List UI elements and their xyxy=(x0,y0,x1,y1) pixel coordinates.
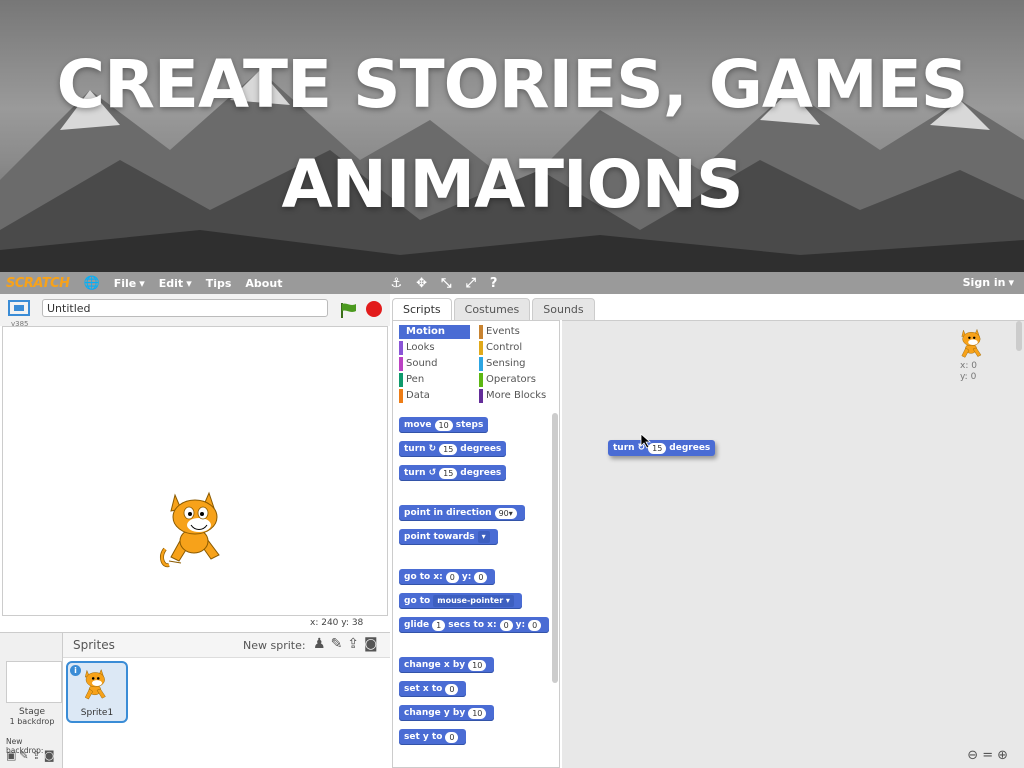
menu-about[interactable]: About xyxy=(245,277,282,290)
green-flag-icon[interactable] xyxy=(340,302,358,318)
zoom-in-icon[interactable]: ⊕ xyxy=(997,748,1012,763)
move-arrows-icon[interactable]: ✥ xyxy=(416,276,427,291)
hero-banner: CREATE STORIES, GAMES ANIMATIONS xyxy=(0,0,1024,272)
zoom-reset-icon[interactable]: = xyxy=(982,748,997,763)
camera-icon[interactable]: ◙ xyxy=(44,749,58,762)
sprites-title: Sprites xyxy=(73,638,115,652)
block-go-to-xy[interactable]: go to x: 0 y: 0 xyxy=(399,569,496,585)
help-icon[interactable]: ? xyxy=(490,276,498,291)
anchor-icon[interactable]: ⚓ xyxy=(390,276,402,291)
scripts-scrollbar[interactable] xyxy=(1016,321,1022,351)
upload-icon[interactable]: ⇪ xyxy=(347,636,364,652)
sign-in-menu[interactable]: Sign in ▾ xyxy=(963,276,1014,289)
category-sound[interactable]: Sound xyxy=(399,357,470,371)
headline-line-2: ANIMATIONS xyxy=(281,146,744,223)
paint-icon[interactable]: ✎ xyxy=(19,749,31,762)
cat-sprite-image[interactable] xyxy=(159,487,239,577)
shrink-icon[interactable]: ⤡ xyxy=(441,276,451,291)
mountain-background-image xyxy=(0,70,1024,272)
menu-edit[interactable]: Edit ▾ xyxy=(159,277,192,290)
grow-icon[interactable]: ⤢ xyxy=(465,276,475,291)
scratch-logo[interactable]: SCRATCH xyxy=(6,276,70,291)
zoom-out-icon[interactable]: ⊖ xyxy=(967,748,982,763)
block-set-y[interactable]: set y to 0 xyxy=(399,729,467,745)
stage-column: Stage 1 backdrop New backdrop: ▣✎⇪◙ xyxy=(0,633,63,768)
scratch-editor: SCRATCH 🌐 File ▾ Edit ▾ Tips About ⚓ ✥ ⤡ ⤢… xyxy=(0,272,1024,768)
block-turn-left[interactable]: turn ↺ 15 degrees xyxy=(399,465,507,481)
image-icon[interactable]: ▣ xyxy=(6,749,19,762)
sprite-tile[interactable]: i Sprite1 xyxy=(66,661,128,723)
rotate-clockwise-icon: ↻ xyxy=(428,444,437,454)
sprite-list: Sprites New sprite: ♟✎⇪◙ i Sprite1 xyxy=(63,633,390,768)
block-turn-right[interactable]: turn ↻ 15 degrees xyxy=(399,441,507,457)
cat-sprite-thumbnail xyxy=(84,668,106,700)
rotate-counterclockwise-icon: ↺ xyxy=(428,468,437,478)
block-point-towards[interactable]: point towards ▾ xyxy=(399,529,498,545)
category-events[interactable]: Events xyxy=(479,325,562,339)
block-move-steps[interactable]: move 10 steps xyxy=(399,417,489,433)
sprite-x: x: 0 xyxy=(960,361,977,371)
palette-scrollbar[interactable] xyxy=(552,413,558,683)
sprite-library-icon[interactable]: ♟ xyxy=(313,636,331,652)
chevron-down-icon: ▾ xyxy=(139,276,145,290)
category-looks[interactable]: Looks xyxy=(399,341,470,355)
zoom-controls: ⊖=⊕ xyxy=(967,748,1012,763)
upload-icon[interactable]: ⇪ xyxy=(32,749,44,762)
new-sprite-label: New sprite: xyxy=(243,639,306,652)
block-go-to[interactable]: go to mouse-pointer ▾ xyxy=(399,593,522,609)
block-set-x[interactable]: set x to 0 xyxy=(399,681,467,697)
sprite-position: x: 0 y: 0 xyxy=(960,361,977,383)
new-backdrop-tools: ▣✎⇪◙ xyxy=(6,749,58,762)
current-sprite-icon xyxy=(961,328,982,358)
category-operators[interactable]: Operators xyxy=(479,373,562,387)
sprite-pane: Stage 1 backdrop New backdrop: ▣✎⇪◙ Spri… xyxy=(0,632,390,768)
sprite-y: y: 0 xyxy=(960,372,977,382)
tab-sounds[interactable]: Sounds xyxy=(532,298,595,320)
category-data[interactable]: Data xyxy=(399,389,470,403)
globe-icon[interactable]: 🌐 xyxy=(84,276,100,291)
scripts-area[interactable]: x: 0 y: 0 turn ↻ 15 degrees ⊖=⊕ xyxy=(562,320,1024,768)
chevron-down-icon: ▾ xyxy=(186,276,192,290)
category-motion[interactable]: Motion xyxy=(399,325,470,339)
menu-file[interactable]: File ▾ xyxy=(114,277,145,290)
tab-costumes[interactable]: Costumes xyxy=(453,298,531,320)
dragged-turn-block[interactable]: turn ↻ 15 degrees xyxy=(608,440,716,456)
project-title-input[interactable]: Untitled xyxy=(42,299,328,317)
category-control[interactable]: Control xyxy=(479,341,562,355)
new-sprite-tools: ♟✎⇪◙ xyxy=(313,636,383,652)
stage-canvas[interactable] xyxy=(2,326,388,616)
stage-header: v385 Untitled xyxy=(0,294,390,328)
block-palette: Motion Looks Sound Pen Data Events Contr… xyxy=(392,320,560,768)
category-pen[interactable]: Pen xyxy=(399,373,470,387)
menu-tips[interactable]: Tips xyxy=(206,277,232,290)
fullscreen-icon[interactable] xyxy=(8,300,30,316)
editor-tabs: Scripts Costumes Sounds xyxy=(392,298,597,320)
paint-icon[interactable]: ✎ xyxy=(331,636,348,652)
block-point-in-direction[interactable]: point in direction 90▾ xyxy=(399,505,525,521)
menu-bar: SCRATCH 🌐 File ▾ Edit ▾ Tips About ⚓ ✥ ⤡ ⤢… xyxy=(0,272,1024,294)
mouse-cursor-icon xyxy=(640,433,652,449)
block-glide[interactable]: glide 1 secs to x: 0 y: 0 xyxy=(399,617,550,633)
tab-scripts[interactable]: Scripts xyxy=(392,298,452,320)
category-sensing[interactable]: Sensing xyxy=(479,357,562,371)
stop-icon[interactable] xyxy=(366,301,382,317)
headline-line-1: CREATE STORIES, GAMES xyxy=(56,46,969,123)
category-more-blocks[interactable]: More Blocks xyxy=(479,389,562,403)
stage-thumbnail[interactable] xyxy=(6,661,62,703)
chevron-down-icon: ▾ xyxy=(1008,276,1014,289)
block-change-x[interactable]: change x by 10 xyxy=(399,657,495,673)
backdrop-count: 1 backdrop xyxy=(9,717,55,726)
mouse-coordinates: x: 240 y: 38 xyxy=(310,618,364,628)
camera-icon[interactable]: ◙ xyxy=(364,636,383,652)
stage-label: Stage xyxy=(18,707,45,717)
block-change-y[interactable]: change y by 10 xyxy=(399,705,495,721)
sprite-name: Sprite1 xyxy=(80,708,114,718)
sprites-header: Sprites New sprite: ♟✎⇪◙ xyxy=(63,633,390,658)
